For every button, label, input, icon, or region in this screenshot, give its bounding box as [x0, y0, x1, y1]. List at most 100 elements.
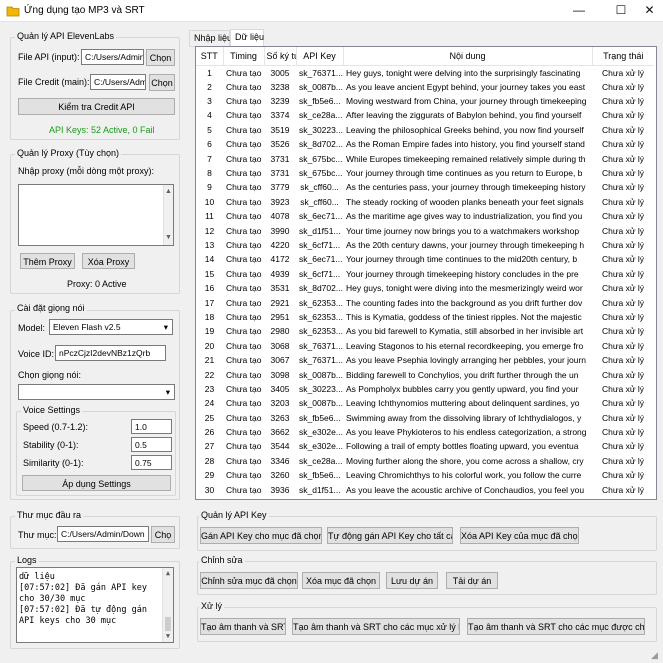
table-row[interactable]: 8 Chưa tạo 3731 sk_675bc... Your journey thr… [196, 166, 654, 180]
table-row[interactable]: 5 Chưa tạo 3519 sk_30223... Leaving the phil… [196, 123, 654, 137]
col-header-timing[interactable]: Timing [223, 47, 265, 66]
cell-status: Chưa xử lý [601, 225, 645, 236]
assign-api-key-selected-button[interactable]: Gán API Key cho mục đã chọn [200, 527, 322, 544]
cell-char-count: 3990 [270, 225, 290, 236]
cell-api-key: sk_0087b... [299, 81, 343, 92]
create-audio-srt-errors-button[interactable]: Tạo âm thanh và SRT cho các mục xử lý lỗ… [292, 618, 460, 635]
file-api-input[interactable]: C:/Users/Admin [81, 49, 144, 65]
table-row[interactable]: 11 Chưa tạo 4078 sk_6ec71... As the maritime… [196, 209, 654, 223]
col-header-status[interactable]: Trạng thái [592, 47, 654, 66]
table-row[interactable]: 29 Chưa tạo 3260 sk_fb5e6... Leaving Chromic… [196, 468, 654, 482]
col-header-api-key[interactable]: API Key [296, 47, 344, 66]
table-row[interactable]: 1 Chưa tạo 3005 sk_76371... Hey guys, tonigh… [196, 65, 654, 80]
api-key-group-legend: Quản lý API Key [199, 510, 269, 520]
cell-char-count: 3239 [270, 96, 290, 107]
cell-api-key: sk_6ec71... [299, 254, 343, 265]
close-button[interactable]: ✕ [636, 0, 663, 22]
delete-proxy-button[interactable]: Xóa Proxy [82, 253, 135, 269]
table-row[interactable]: 9 Chưa tạo 3779 sk_cff60... As the centuries… [196, 180, 654, 194]
apply-settings-button[interactable]: Áp dụng Settings [22, 475, 171, 491]
cell-content: Leaving Ichthynomios muttering about del… [346, 398, 580, 409]
table-header-row: STT Timing Số ký tự API Key Nội dung Trạ… [196, 47, 654, 66]
choose-voice-select[interactable]: ▾ [18, 384, 175, 400]
table-row[interactable]: 21 Chưa tạo 3067 sk_76371... As you leave Ps… [196, 353, 654, 367]
cell-char-count: 2951 [270, 311, 290, 322]
col-header-content[interactable]: Nội dung [343, 47, 593, 66]
create-audio-srt-selected-button[interactable]: Tạo âm thanh và SRT cho các mục được chọ… [467, 618, 645, 635]
table-row[interactable]: 14 Chưa tạo 4172 sk_6ec71... Your journey th… [196, 252, 654, 266]
scroll-down-icon[interactable]: ▼ [163, 631, 173, 642]
create-audio-srt-button[interactable]: Tạo âm thanh và SRT [200, 618, 286, 635]
table-row[interactable]: 4 Chưa tạo 3374 sk_ce28a... After leaving th… [196, 108, 654, 122]
file-credit-browse-button[interactable]: Chọn [149, 74, 175, 91]
table-row[interactable]: 27 Chưa tạo 3544 sk_e302e... Following a tra… [196, 439, 654, 453]
stability-label: Stability (0-1): [23, 440, 79, 450]
add-proxy-button[interactable]: Thêm Proxy [20, 253, 75, 269]
scroll-up-icon[interactable]: ▲ [164, 185, 173, 199]
check-credit-button[interactable]: Kiểm tra Credit API [18, 98, 175, 115]
resize-grip-icon[interactable]: ◢ [651, 650, 661, 661]
cell-api-key: sk_62353... [299, 297, 343, 308]
logs-scrollbar[interactable]: ▲ ▼ [162, 568, 173, 642]
proxy-textarea[interactable]: ▲ ▼ [18, 184, 174, 246]
table-row[interactable]: 17 Chưa tạo 2921 sk_62353... The counting fa… [196, 295, 654, 309]
data-table[interactable]: STT Timing Số ký tự API Key Nội dung Trạ… [195, 46, 657, 500]
table-row[interactable]: 6 Chưa tạo 3526 sk_8d702... As the Roman Emp… [196, 137, 654, 151]
output-folder-input[interactable]: C:/Users/Admin/Down [57, 526, 149, 542]
table-row[interactable]: 3 Chưa tạo 3239 sk_fb5e6... Moving westward … [196, 94, 654, 108]
table-row[interactable]: 24 Chưa tạo 3203 sk_0087b... Leaving Ichthyn… [196, 396, 654, 410]
remove-api-key-button[interactable]: Xóa API Key của mục đã chọn [460, 527, 579, 544]
output-folder-browse-button[interactable]: Chọ [151, 526, 175, 543]
minimize-button[interactable]: — [561, 0, 597, 22]
load-project-button[interactable]: Tải dự án [446, 572, 498, 589]
col-header-char-count[interactable]: Số ký tự [264, 47, 297, 66]
table-row[interactable]: 26 Chưa tạo 3662 sk_e302e... As you leave Ph… [196, 425, 654, 439]
scroll-down-icon[interactable]: ▼ [164, 231, 173, 245]
cell-char-count: 3405 [270, 383, 290, 394]
table-row[interactable]: 22 Chưa tạo 3098 sk_0087b... Bidding farewel… [196, 367, 654, 381]
table-row[interactable]: 20 Chưa tạo 3068 sk_76371... Leaving Stagono… [196, 339, 654, 353]
table-row[interactable]: 12 Chưa tạo 3990 sk_d1f51... Your time journ… [196, 223, 654, 237]
table-row[interactable]: 15 Chưa tạo 4939 sk_6cf71... Your journey th… [196, 267, 654, 281]
file-credit-input[interactable]: C:/Users/Admin [90, 74, 146, 90]
table-row[interactable]: 30 Chưa tạo 3936 sk_d1f51... As you leave th… [196, 482, 654, 496]
col-header-stt[interactable]: STT [196, 47, 224, 66]
proxy-scrollbar[interactable]: ▲ ▼ [163, 185, 173, 245]
stability-input[interactable]: 0.5 [131, 437, 172, 452]
table-row[interactable]: 2 Chưa tạo 3238 sk_0087b... As you leave anc… [196, 80, 654, 94]
cell-char-count: 4939 [270, 268, 290, 279]
cell-char-count: 3779 [270, 182, 290, 193]
table-row[interactable]: 23 Chưa tạo 3405 sk_30223... As Pompholyx bu… [196, 382, 654, 396]
cell-content: While Europes timekeeping remained relat… [346, 153, 586, 164]
cell-content: As the maritime age gives way to industr… [346, 211, 583, 222]
maximize-button[interactable]: ☐ [603, 0, 639, 22]
file-api-browse-button[interactable]: Chọn [146, 49, 175, 66]
tab-input[interactable]: Nhập liệu [189, 30, 232, 46]
table-row[interactable]: 7 Chưa tạo 3731 sk_675bc... While Europes ti… [196, 151, 654, 165]
logs-textarea[interactable]: dữ liệu [07:57:02] Đã gán API key cho 30… [16, 567, 174, 643]
model-select[interactable]: Eleven Flash v2.5 ▾ [49, 319, 173, 335]
table-row[interactable]: 25 Chưa tạo 3263 sk_fb5e6... Swimming away f… [196, 410, 654, 424]
table-row[interactable]: 10 Chưa tạo 3923 sk_cff60... The steady rock… [196, 195, 654, 209]
voice-id-input[interactable]: nPczCjzI2devNBz1zQrb [55, 345, 166, 361]
cell-status: Chưa xử lý [601, 470, 645, 481]
auto-assign-api-key-button[interactable]: Tự động gán API Key cho tất cả [327, 527, 453, 544]
save-project-button[interactable]: Lưu dự án [386, 572, 438, 589]
table-row[interactable]: 16 Chưa tạo 3531 sk_8d702... Hey guys, tonig… [196, 281, 654, 295]
speed-input[interactable]: 1.0 [131, 419, 172, 434]
logs-scroll-thumb[interactable] [165, 617, 171, 631]
scroll-up-icon[interactable]: ▲ [163, 568, 173, 579]
cell-status: Chưa xử lý [601, 168, 645, 179]
cell-char-count: 3098 [270, 369, 290, 380]
tab-data[interactable]: Dữ liệu [230, 29, 264, 46]
table-row[interactable]: 13 Chưa tạo 4220 sk_6cf71... As the 20th cen… [196, 238, 654, 252]
cell-timing: Chưa tạo [226, 268, 262, 279]
delete-selected-button[interactable]: Xóa mục đã chọn [302, 572, 380, 589]
table-row[interactable]: 19 Chưa tạo 2980 sk_62353... As you bid fare… [196, 324, 654, 338]
table-row[interactable]: 28 Chưa tạo 3346 sk_ce28a... Moving further … [196, 454, 654, 468]
edit-selected-button[interactable]: Chỉnh sửa mục đã chọn [200, 572, 298, 589]
similarity-input[interactable]: 0.75 [131, 455, 172, 470]
cell-stt: 4 [207, 110, 212, 121]
table-row[interactable]: 18 Chưa tạo 2951 sk_62353... This is Kymatia… [196, 310, 654, 324]
voice-group-legend: Cài đặt giọng nói [15, 303, 87, 313]
